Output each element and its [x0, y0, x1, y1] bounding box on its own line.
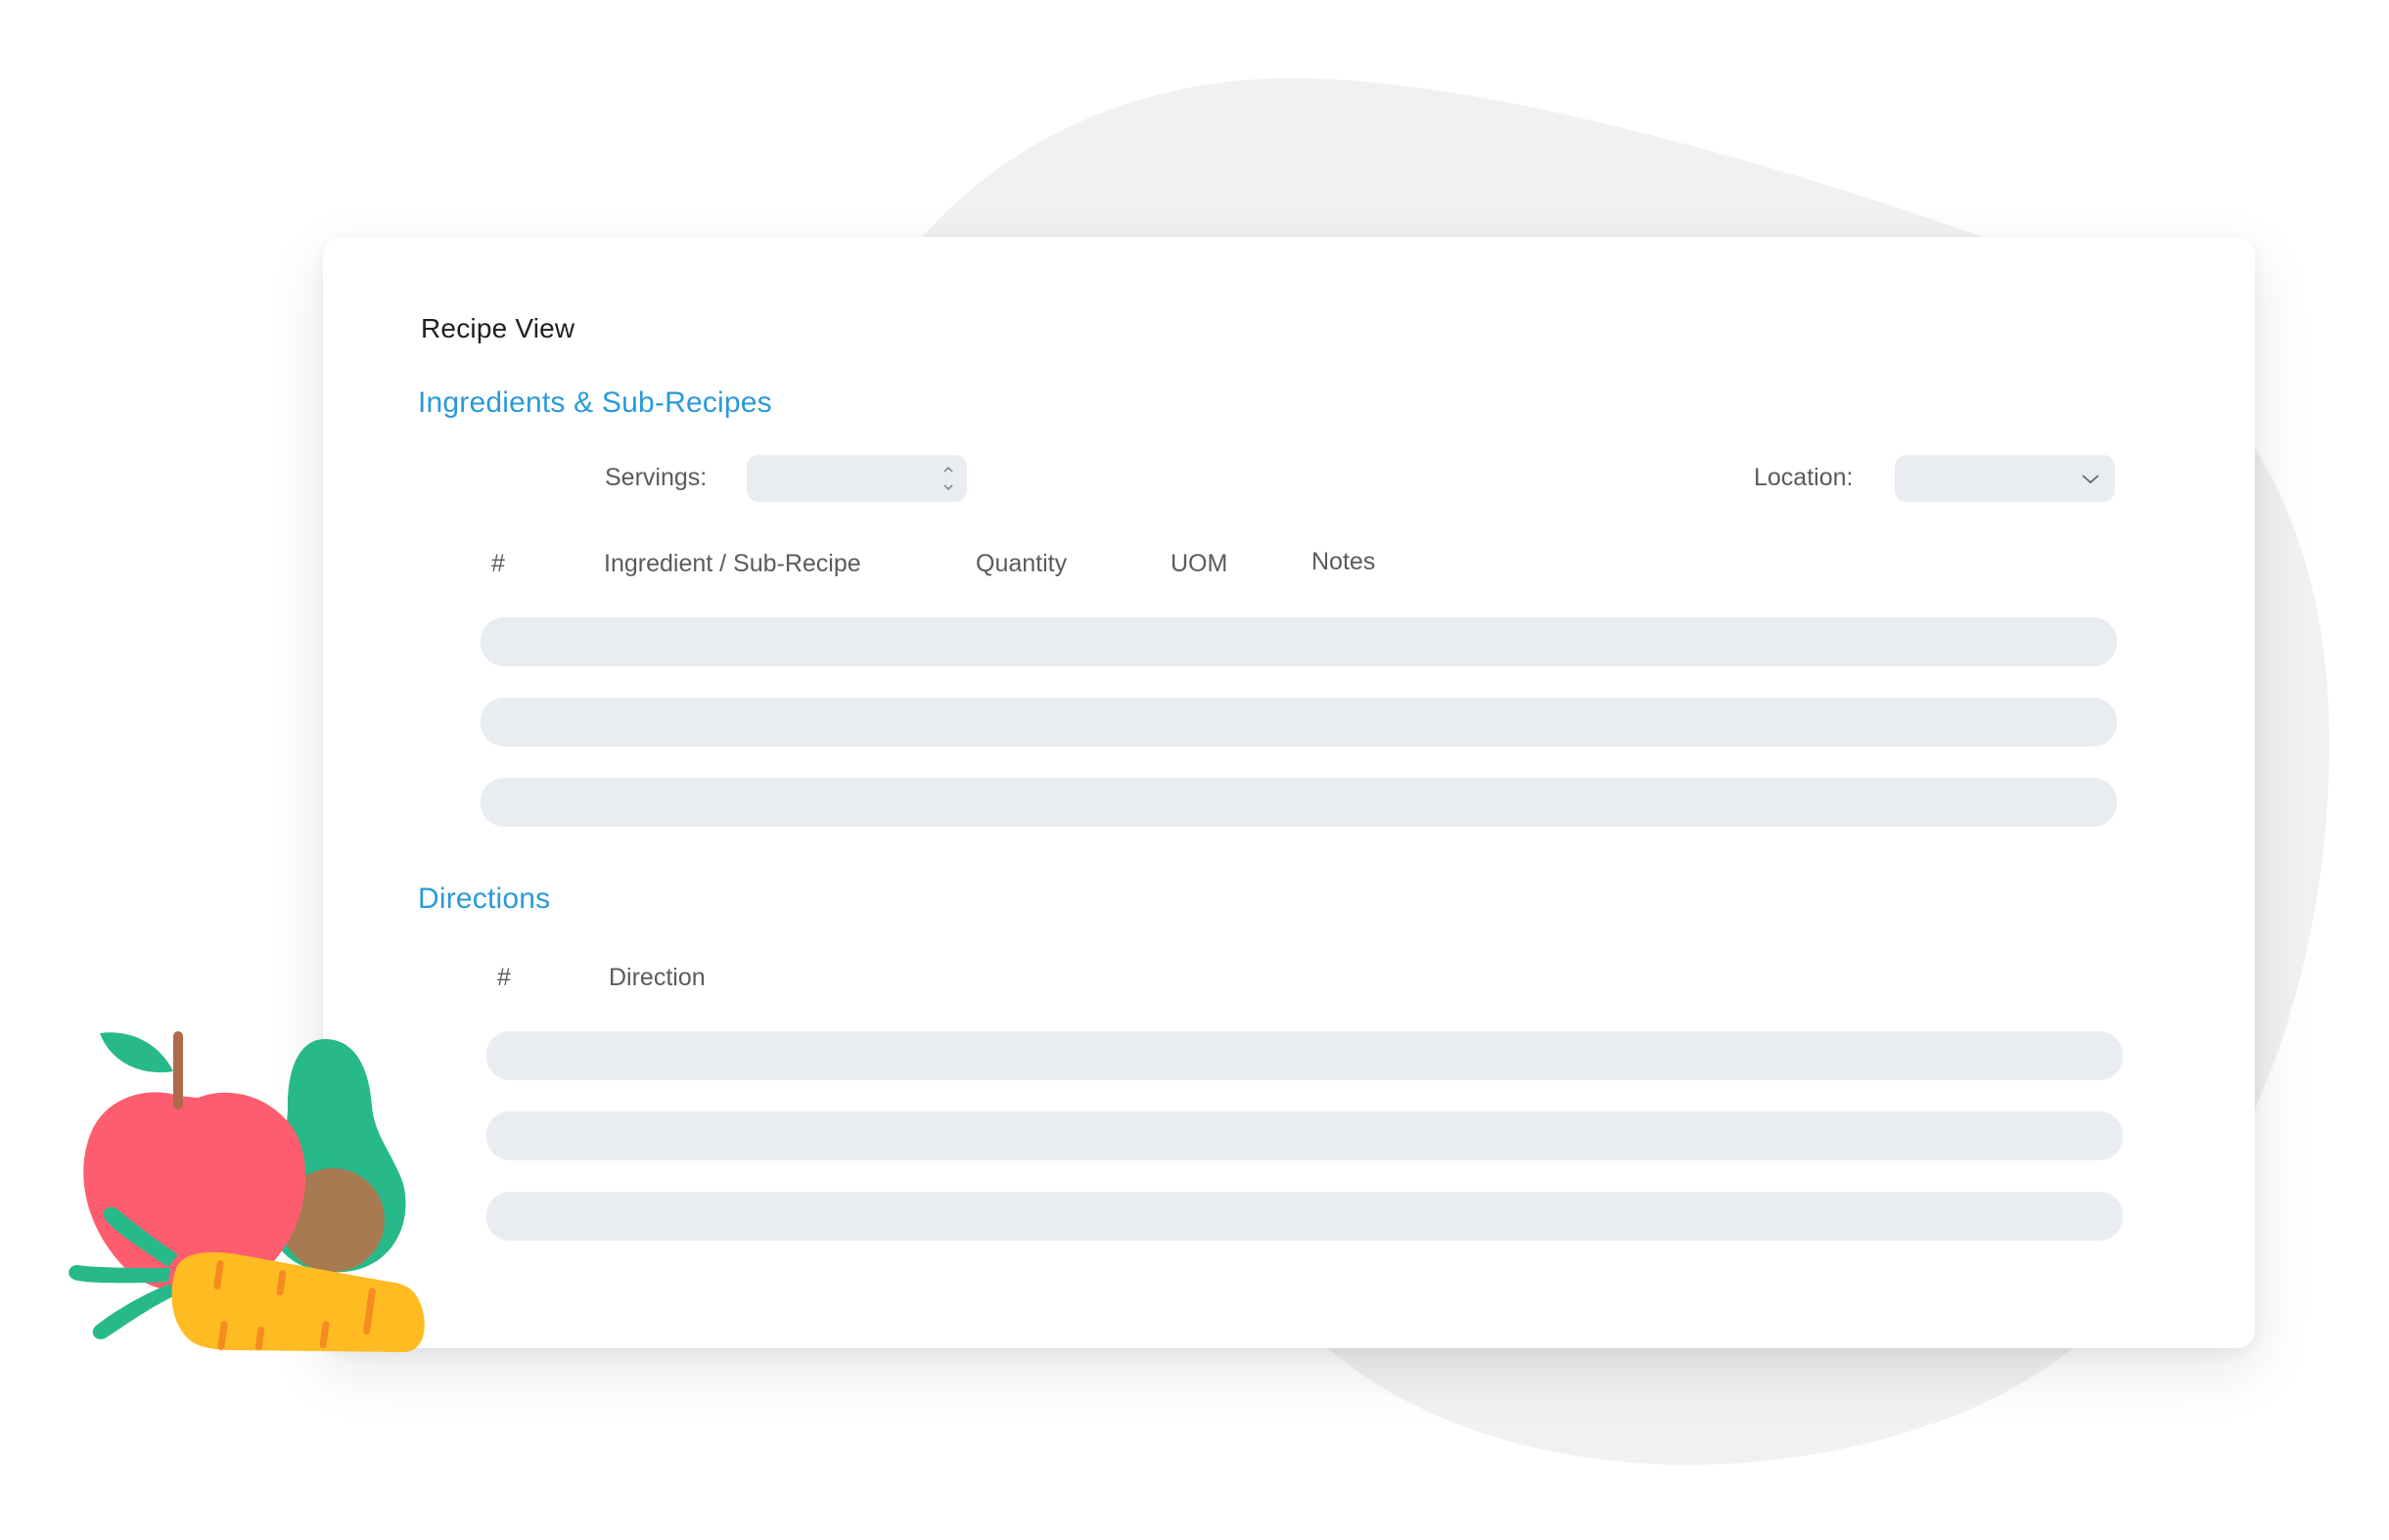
ingredient-row[interactable] — [481, 617, 2117, 666]
location-label: Location: — [1754, 464, 1854, 491]
directions-section-title: Directions — [418, 883, 551, 915]
ingredient-row[interactable] — [481, 698, 2117, 747]
servings-stepper[interactable] — [747, 455, 967, 502]
column-header-notes: Notes — [1311, 548, 1376, 575]
location-select[interactable] — [1895, 455, 2115, 502]
direction-row[interactable] — [486, 1031, 2123, 1080]
column-header-direction: Direction — [609, 964, 706, 991]
direction-row[interactable] — [486, 1192, 2123, 1241]
stepper-arrows-icon[interactable] — [942, 460, 955, 497]
column-header-number: # — [491, 550, 505, 577]
window-title: Recipe View — [421, 313, 575, 343]
column-header-uom: UOM — [1171, 550, 1228, 577]
ingredients-section-title: Ingredients & Sub-Recipes — [418, 386, 772, 419]
recipe-view-window: Recipe View Ingredients & Sub-Recipes Se… — [323, 237, 2255, 1348]
column-header-ingredient: Ingredient / Sub-Recipe — [604, 550, 861, 577]
column-header-quantity: Quantity — [976, 550, 1068, 577]
ingredient-row[interactable] — [481, 778, 2117, 827]
chevron-down-icon — [2082, 475, 2099, 484]
servings-label: Servings: — [605, 464, 708, 491]
fruits-vegetables-icon — [69, 1031, 425, 1352]
column-header-direction-number: # — [497, 964, 511, 991]
direction-row[interactable] — [486, 1111, 2123, 1160]
